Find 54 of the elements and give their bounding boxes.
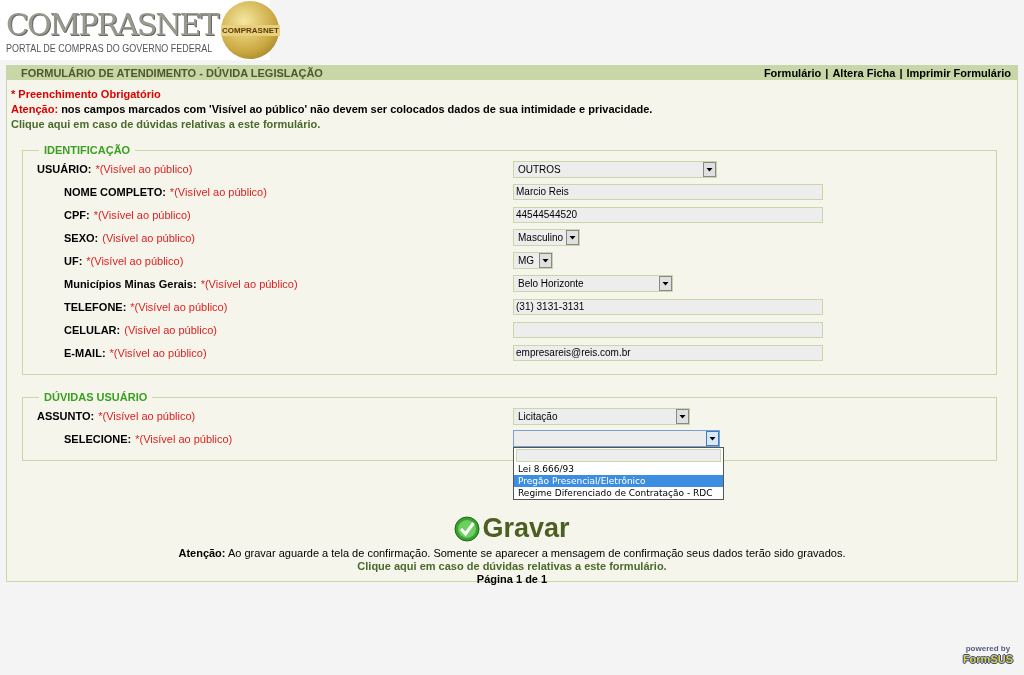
field-label: USUÁRIO: — [37, 163, 92, 175]
help-link[interactable]: Clique aqui em caso de dúvidas relativas a este formulário. — [11, 118, 1013, 130]
field-label: Municípios Minas Gerais: — [64, 277, 197, 290]
field-label: NOME COMPLETO: — [64, 185, 166, 198]
help-link[interactable]: Clique aqui em caso de dúvidas relativas a este formulário. — [357, 560, 667, 572]
link-separator: | — [899, 67, 903, 79]
field-label: E-MAIL: — [64, 346, 106, 359]
visibility-note: *(Visível ao público) — [98, 410, 196, 422]
header-link[interactable]: Imprimir Formulário — [906, 67, 1011, 79]
visibility-note: *(Visível ao público) — [86, 254, 184, 267]
save-button[interactable]: Gravar — [454, 513, 570, 544]
visibility-note: *(Visível ao público) — [109, 346, 207, 359]
page-indicator: Página 1 de 1 — [476, 573, 548, 585]
seal-text: COMPRASNET — [221, 24, 280, 36]
privacy-warning: Atenção: nos campos marcados com 'Visível ao público' não devem ser colocados dados de sua intimidade e privacidade. — [11, 103, 654, 115]
visibility-note: *(Visível ao público) — [135, 432, 233, 445]
visibility-note: *(Visível ao público) — [95, 163, 193, 175]
field-label: TELEFONE: — [64, 300, 127, 313]
field-label: SEXO: — [64, 231, 99, 244]
field-label: ASSUNTO: — [37, 410, 95, 422]
dropdown-filter-field[interactable] — [516, 449, 721, 462]
save-warning: Atenção: Ao gravar aguarde a tela de confirmação. Somente se aparecer a mensagem de confirmação seus dados terão sido gravados. — [178, 547, 846, 559]
visibility-note: *(Visível ao público) — [130, 300, 228, 313]
field-label: CPF: — [64, 208, 90, 221]
visibility-note: *(Visível ao público) — [169, 185, 267, 198]
dropdown-field[interactable]: OUTROS — [513, 160, 717, 178]
dropdown-field[interactable]: Licitação — [513, 407, 690, 425]
text-field[interactable]: 44544544520 — [513, 206, 823, 223]
text-field[interactable]: (31) 3131-3131 — [513, 298, 823, 315]
field-label: UF: — [64, 254, 83, 267]
field-label: CELULAR: — [64, 323, 121, 336]
logo-title: COMPRASNET — [6, 7, 218, 43]
visibility-note: (Visível ao público) — [124, 323, 217, 336]
powered-by-text: powered by — [965, 644, 1011, 653]
visibility-note: (Visível ao público) — [102, 231, 195, 244]
visibility-note: *(Visível ao público) — [200, 277, 298, 290]
field-label: SELECIONE: — [64, 432, 132, 445]
text-field[interactable]: empresareis@reis.com.br — [513, 344, 823, 361]
section-legend: DÚVIDAS USUÁRIO — [39, 391, 153, 403]
required-note: * Preenchimento Obrigatório — [11, 88, 162, 100]
text-field[interactable]: Marcio Reis — [513, 183, 823, 200]
logo-subtitle: PORTAL DE COMPRAS DO GOVERNO FEDERAL — [6, 42, 214, 54]
brand-text: FormSUS — [962, 653, 1013, 665]
link-separator: | — [825, 67, 829, 79]
dropdown-field[interactable]: Belo Horizonte — [513, 275, 673, 292]
dropdown-field[interactable]: Masculino — [513, 229, 580, 246]
text-field[interactable] — [513, 321, 823, 338]
section-legend: IDENTIFICAÇÃO — [39, 144, 136, 156]
form-title: FORMULÁRIO DE ATENDIMENTO - DÚVIDA LEGISLAÇÃO — [21, 67, 323, 79]
visibility-note: *(Visível ao público) — [93, 208, 191, 221]
checkmark-icon — [454, 515, 481, 542]
dropdown-field[interactable]: MG — [513, 252, 553, 269]
header-link[interactable]: Formulário — [763, 67, 822, 79]
header-link[interactable]: Altera Ficha — [832, 67, 896, 79]
